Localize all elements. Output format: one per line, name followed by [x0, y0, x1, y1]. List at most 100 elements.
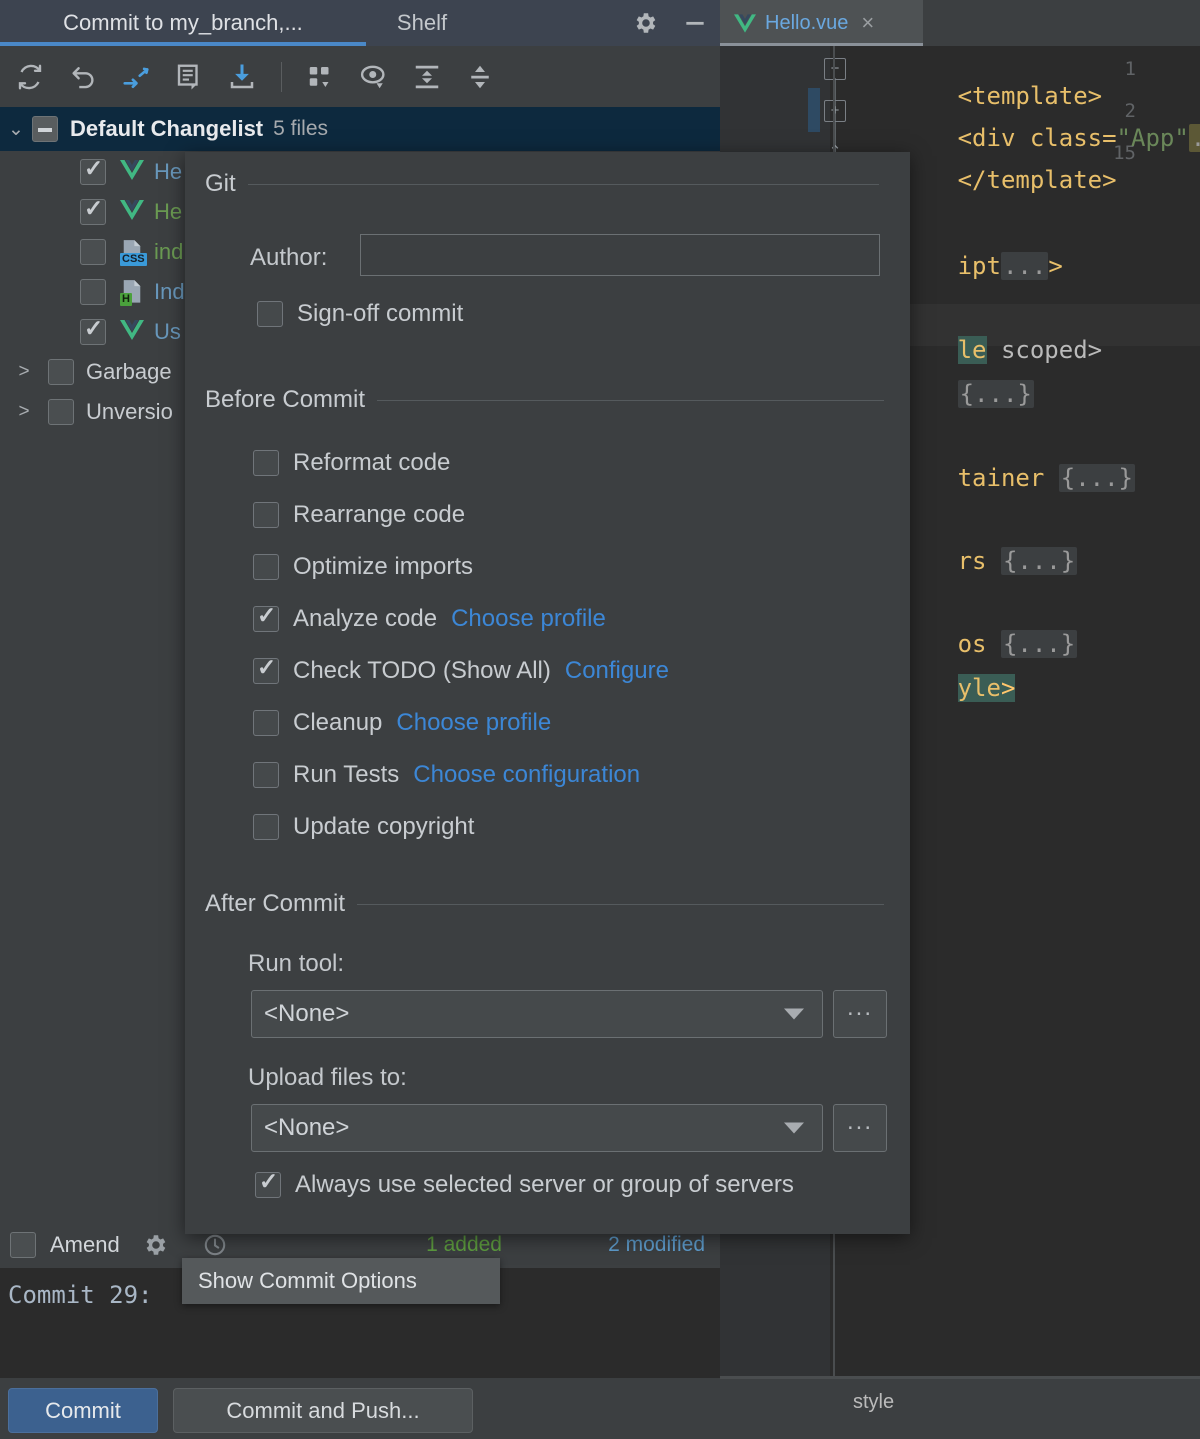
commit-options-dialog: Git Author: Sign-off commit Before Commi…	[185, 152, 910, 1234]
before-commit-item-reformat[interactable]: Reformat code	[253, 449, 450, 477]
run-tests-choose-configuration-link[interactable]: Choose configuration	[413, 761, 640, 789]
stat-added: 1 added	[426, 1233, 502, 1256]
run-tool-browse-button[interactable]: ...	[833, 990, 887, 1038]
commit-history-icon[interactable]	[200, 1230, 230, 1260]
before-commit-item-run-tests[interactable]: Run Tests Choose configuration	[253, 761, 640, 789]
run-tests-label: Run Tests	[293, 761, 400, 788]
group-checkbox[interactable]	[48, 359, 74, 385]
commit-button[interactable]: Commit	[8, 1388, 158, 1433]
commit-tabbar: Commit to my_branch,... Shelf	[0, 0, 720, 46]
expand-all-icon[interactable]	[407, 57, 447, 97]
changelist-row-default[interactable]: ⌄ Default Changelist 5 files	[0, 107, 720, 151]
file-checkbox[interactable]	[80, 239, 106, 265]
group-checkbox[interactable]	[48, 399, 74, 425]
run-tool-combobox[interactable]: <None>	[251, 990, 823, 1038]
before-commit-item-check-todo[interactable]: Check TODO (Show All) Configure	[253, 654, 669, 685]
css-badge: CSS	[120, 253, 147, 266]
refresh-icon[interactable]	[10, 57, 50, 97]
tab-commit-to-branch[interactable]: Commit to my_branch,...	[0, 0, 366, 46]
preview-diff-icon[interactable]	[354, 57, 394, 97]
editor-tabbar: Hello.vue ×	[720, 0, 1200, 46]
close-icon[interactable]: ×	[861, 12, 874, 34]
show-commit-options-tooltip: Show Commit Options	[182, 1258, 500, 1304]
cleanup-choose-profile-link[interactable]: Choose profile	[396, 709, 551, 737]
optimize-imports-checkbox[interactable]	[253, 554, 279, 580]
rearrange-code-checkbox[interactable]	[253, 502, 279, 528]
reformat-code-label: Reformat code	[293, 449, 451, 476]
reformat-code-checkbox[interactable]	[253, 450, 279, 476]
signoff-checkbox[interactable]	[257, 301, 283, 327]
always-use-server-row[interactable]: Always use selected server or group of s…	[255, 1168, 794, 1199]
chevron-down-icon[interactable]: ⌄	[0, 118, 32, 141]
update-project-icon[interactable]	[222, 57, 262, 97]
section-title: After Commit	[205, 890, 346, 917]
file-checkbox[interactable]	[80, 155, 106, 185]
group-by-icon[interactable]	[301, 57, 341, 97]
changelist-title: Default Changelist	[70, 116, 264, 141]
rollback-icon[interactable]	[63, 57, 103, 97]
run-tool-value: <None>	[264, 1000, 350, 1027]
author-input[interactable]	[360, 234, 880, 276]
always-use-server-checkbox[interactable]	[255, 1168, 281, 1198]
check-todo-configure-link[interactable]: Configure	[565, 657, 669, 685]
file-checkbox[interactable]	[80, 315, 106, 345]
commit-options-gear-icon[interactable]	[140, 1230, 170, 1260]
section-rule	[247, 183, 879, 185]
optimize-imports-label: Optimize imports	[293, 553, 474, 580]
run-tests-checkbox[interactable]	[253, 762, 279, 788]
html-file-icon: H	[120, 279, 144, 306]
section-header-before-commit: Before Commit	[205, 386, 900, 414]
section-rule	[357, 903, 884, 905]
chevron-down-icon[interactable]	[784, 1008, 804, 1020]
collapse-all-icon[interactable]	[460, 57, 500, 97]
check-todo-checkbox[interactable]	[253, 654, 279, 684]
chevron-right-icon[interactable]: >	[8, 401, 40, 423]
changelist-checkbox[interactable]	[32, 116, 58, 142]
breadcrumb[interactable]: style	[853, 1391, 894, 1414]
html-badge: H	[120, 293, 132, 306]
editor-tab-hello-vue[interactable]: Hello.vue ×	[720, 0, 923, 46]
vue-icon	[120, 319, 144, 345]
gear-icon[interactable]	[630, 8, 660, 38]
author-label: Author:	[250, 244, 328, 271]
section-title: Before Commit	[205, 386, 366, 413]
always-use-server-label: Always use selected server or group of s…	[295, 1171, 794, 1198]
update-copyright-checkbox[interactable]	[253, 814, 279, 840]
chevron-right-icon[interactable]: >	[8, 361, 40, 383]
changelist-file-count: 5 files	[273, 117, 328, 140]
upload-files-browse-button[interactable]: ...	[833, 1104, 887, 1152]
before-commit-item-analyze[interactable]: Analyze code Choose profile	[253, 602, 606, 633]
section-header-git: Git	[205, 170, 895, 198]
chevron-down-icon[interactable]	[784, 1122, 804, 1134]
tab-shelf-label: Shelf	[396, 10, 448, 35]
editor-tab-label: Hello.vue	[765, 11, 849, 34]
update-copyright-label: Update copyright	[293, 813, 475, 840]
rearrange-code-label: Rearrange code	[293, 501, 466, 528]
cleanup-checkbox[interactable]	[253, 710, 279, 736]
tab-shelf[interactable]: Shelf	[372, 0, 472, 46]
amend-checkbox[interactable]	[10, 1232, 36, 1258]
before-commit-item-update-copyright[interactable]: Update copyright	[253, 813, 474, 841]
analyze-choose-profile-link[interactable]: Choose profile	[451, 605, 606, 633]
show-diff-icon[interactable]	[116, 57, 156, 97]
commit-message-icon[interactable]	[169, 57, 209, 97]
file-checkbox[interactable]	[80, 279, 106, 305]
upload-files-combobox[interactable]: <None>	[251, 1104, 823, 1152]
file-name: Us	[154, 319, 181, 344]
file-name: ind	[154, 239, 184, 264]
tab-commit-label: Commit to my_branch,...	[63, 10, 303, 35]
analyze-code-checkbox[interactable]	[253, 602, 279, 632]
minimize-icon[interactable]	[680, 8, 710, 38]
before-commit-item-rearrange[interactable]: Rearrange code	[253, 501, 465, 529]
file-checkbox[interactable]	[80, 195, 106, 225]
commit-toolbar	[0, 46, 720, 108]
signoff-commit-row[interactable]: Sign-off commit	[257, 300, 463, 328]
before-commit-item-cleanup[interactable]: Cleanup Choose profile	[253, 709, 551, 737]
run-tool-label: Run tool:	[248, 950, 345, 977]
commit-message-text: Commit 29:	[8, 1281, 153, 1309]
file-name: He	[154, 159, 183, 184]
stat-modified: 2 modified	[608, 1233, 705, 1256]
before-commit-item-optimize[interactable]: Optimize imports	[253, 553, 473, 581]
commit-and-push-button[interactable]: Commit and Push...	[173, 1388, 473, 1433]
editor-breadcrumb-bar: style	[720, 1378, 1200, 1439]
